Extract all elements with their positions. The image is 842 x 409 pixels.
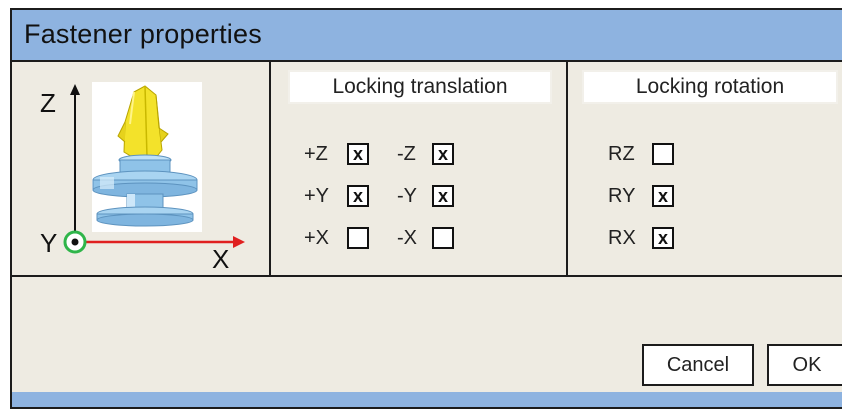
- properties-panel: Z Y X Locking translation +Z x -Z x +Y x…: [12, 62, 842, 277]
- y-axis-label: Y: [40, 228, 58, 258]
- cancel-button[interactable]: Cancel: [642, 344, 754, 386]
- checkbox-label-minus-x: -X: [397, 227, 417, 249]
- checkbox-label-plus-z: +Z: [304, 143, 328, 165]
- status-strip: [12, 392, 842, 407]
- checkbox-label-minus-y: -Y: [397, 185, 417, 207]
- checkbox-minus-z[interactable]: x: [432, 143, 454, 165]
- checkbox-label-minus-z: -Z: [397, 143, 416, 165]
- x-axis-label: X: [212, 244, 230, 274]
- checkbox-plus-z[interactable]: x: [347, 143, 369, 165]
- checkbox-label-plus-y: +Y: [304, 185, 330, 207]
- panel-divider: [269, 62, 271, 275]
- ok-button[interactable]: OK: [767, 344, 842, 386]
- panel-divider: [566, 62, 568, 275]
- checkbox-minus-y[interactable]: x: [432, 185, 454, 207]
- checkbox-plus-x[interactable]: [347, 227, 369, 249]
- checkbox-rx[interactable]: x: [652, 227, 674, 249]
- translation-header: Locking translation: [288, 70, 552, 104]
- checkbox-label-ry: RY: [608, 185, 636, 207]
- checkbox-ry[interactable]: x: [652, 185, 674, 207]
- dialog-title: Fastener properties: [24, 19, 262, 49]
- checkbox-label-rx: RX: [608, 227, 636, 249]
- z-axis-label: Z: [40, 88, 56, 118]
- checkbox-rz[interactable]: [652, 143, 674, 165]
- rotation-header: Locking rotation: [582, 70, 838, 104]
- fastener-preview: Z Y X: [12, 62, 269, 275]
- title-bar: Fastener properties: [12, 10, 842, 62]
- fastener-properties-dialog: Fastener properties Z Y X Locking transl…: [10, 8, 842, 409]
- checkbox-plus-y[interactable]: x: [347, 185, 369, 207]
- checkbox-label-rz: RZ: [608, 143, 635, 165]
- checkbox-minus-x[interactable]: [432, 227, 454, 249]
- checkbox-label-plus-x: +X: [304, 227, 330, 249]
